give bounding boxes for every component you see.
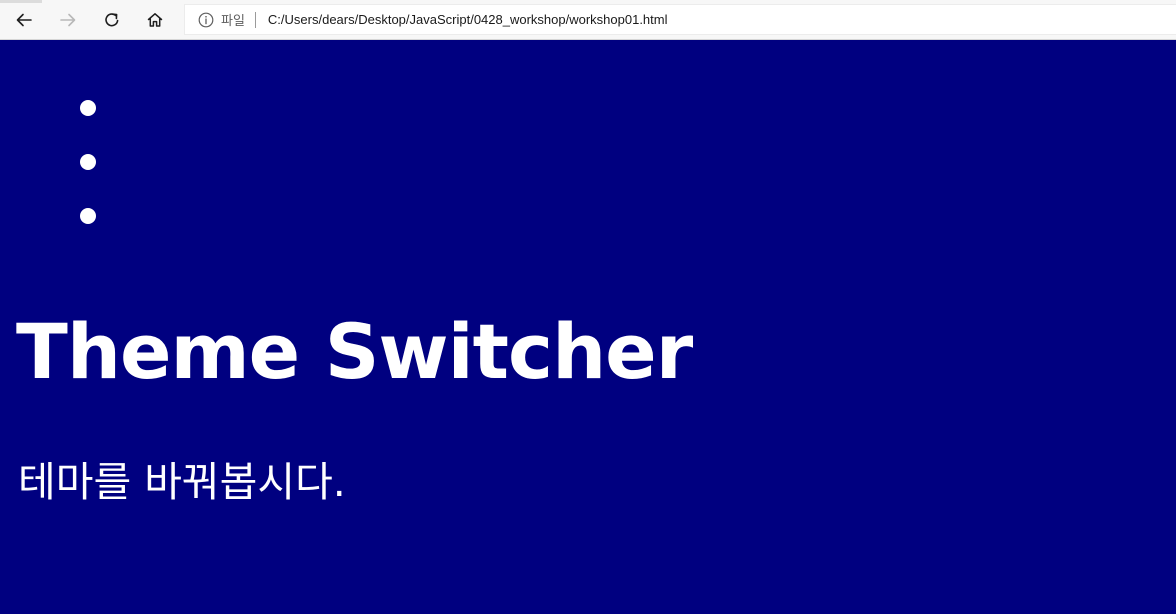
list-item (80, 208, 96, 224)
list-item (80, 154, 96, 170)
back-arrow-icon (15, 11, 33, 29)
back-button[interactable] (8, 4, 40, 36)
page-content: Theme Switcher 테마를 바꿔봅시다. (0, 40, 1176, 614)
page-title: Theme Switcher (16, 307, 693, 396)
bullet-marker (80, 100, 96, 116)
bullet-marker (80, 208, 96, 224)
address-divider (254, 11, 256, 28)
list-item (80, 100, 96, 116)
reload-icon (103, 11, 121, 29)
url-text[interactable]: C:/Users/dears/Desktop/JavaScript/0428_w… (268, 12, 668, 27)
forward-button[interactable] (52, 4, 84, 36)
reload-button[interactable] (96, 4, 128, 36)
page-subtitle: 테마를 바꿔봅시다. (18, 458, 346, 506)
bullet-marker (80, 154, 96, 170)
home-icon (146, 11, 164, 29)
info-icon[interactable] (198, 12, 214, 28)
browser-toolbar: 파일 C:/Users/dears/Desktop/JavaScript/042… (0, 0, 1176, 40)
forward-arrow-icon (59, 11, 77, 29)
home-button[interactable] (139, 4, 171, 36)
address-bar[interactable]: 파일 C:/Users/dears/Desktop/JavaScript/042… (184, 4, 1176, 35)
tab-strip-edge (0, 0, 42, 3)
bullet-list (80, 100, 96, 262)
address-scheme-label: 파일 (221, 14, 245, 29)
